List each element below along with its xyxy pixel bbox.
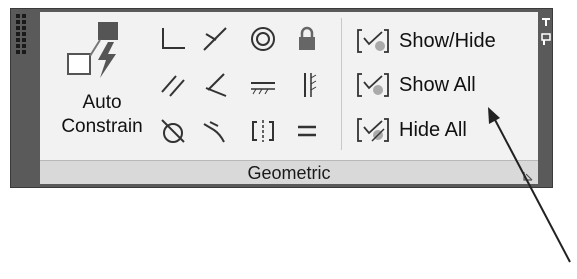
smooth-icon[interactable]: [200, 116, 230, 146]
show-hide-icon: [357, 29, 389, 53]
auto-constrain-button[interactable]: Auto Constrain: [48, 20, 156, 150]
hide-all-label: Hide All: [399, 119, 467, 141]
horizontal-icon[interactable]: [248, 70, 278, 100]
show-hide-label: Show/Hide: [399, 30, 496, 52]
collinear-icon[interactable]: [200, 24, 230, 54]
vertical-icon[interactable]: [292, 70, 322, 100]
perpendicular-icon[interactable]: [200, 70, 230, 100]
auto-constrain-icon: [67, 22, 118, 78]
auto-label-line2: Constrain: [61, 116, 143, 137]
symmetric-icon[interactable]: [248, 116, 278, 146]
panel-separator: [341, 18, 342, 150]
concentric-icon[interactable]: [248, 24, 278, 54]
coincident-icon[interactable]: [158, 24, 188, 54]
hide-all-button[interactable]: Hide All: [356, 115, 536, 145]
hide-all-icon: [357, 118, 389, 142]
show-all-icon: [357, 73, 389, 97]
panel-grip-handle[interactable]: [10, 8, 40, 68]
dialog-launcher-icon[interactable]: [522, 170, 534, 182]
panel-title-bar[interactable]: Geometric: [40, 160, 538, 184]
show-hide-button[interactable]: Show/Hide: [356, 26, 536, 56]
show-all-label: Show All: [399, 74, 476, 96]
panel-title: Geometric: [247, 163, 331, 183]
fix-icon[interactable]: [292, 24, 322, 54]
show-all-button[interactable]: Show All: [356, 70, 536, 100]
auto-label-line1: Auto: [82, 92, 122, 113]
parallel-icon[interactable]: [158, 70, 188, 100]
tangent-icon[interactable]: [158, 116, 188, 146]
panel-pin-icon[interactable]: [540, 12, 552, 52]
equal-icon[interactable]: [292, 116, 322, 146]
